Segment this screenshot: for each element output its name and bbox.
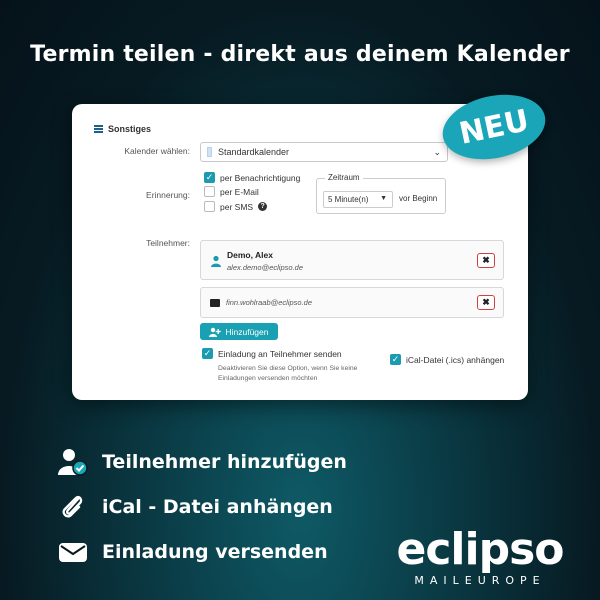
option-label: per Benachrichtigung <box>220 172 301 183</box>
option-label: per SMS <box>220 201 254 212</box>
checkbox-checked[interactable]: ✓ <box>204 172 215 183</box>
feature-label: Teilnehmer hinzufügen <box>102 451 347 473</box>
caret-down-icon: ▼ <box>380 195 387 202</box>
ical-attach-option[interactable]: ✓ iCal-Datei (.ics) anhängen <box>390 354 504 365</box>
checkbox-checked[interactable]: ✓ <box>202 348 213 359</box>
envelope-icon <box>210 299 220 307</box>
timeframe-suffix: vor Beginn <box>399 194 438 203</box>
checkbox-unchecked[interactable] <box>204 186 215 197</box>
timeframe-fieldset: Zeitraum 5 Minute(n) ▼ vor Beginn <box>316 173 446 214</box>
paperclip-icon <box>62 495 83 518</box>
add-button-label: Hinzufügen <box>225 326 269 337</box>
participants-label: Teilnehmer: <box>146 238 190 248</box>
send-invite-note: Deaktivieren Sie diese Option, wenn Sie … <box>218 365 358 382</box>
send-invite-label: Einladung an Teilnehmer senden <box>218 348 342 359</box>
timeframe-select[interactable]: 5 Minute(n) ▼ <box>323 191 393 208</box>
sliders-icon <box>94 125 103 133</box>
feature-label: Einladung versenden <box>102 541 328 563</box>
add-user-icon <box>209 327 222 337</box>
envelope-icon <box>59 543 87 562</box>
calendar-color-icon <box>207 147 212 157</box>
person-icon <box>211 255 221 267</box>
chevron-down-icon: ⌄ <box>433 147 441 157</box>
reminder-label: Erinnerung: <box>146 190 190 200</box>
participant-email: alex.demo@eclipso.de <box>227 263 303 272</box>
headline: Termin teilen - direkt aus deinem Kalend… <box>30 42 570 67</box>
calendar-label: Kalender wählen: <box>124 146 190 156</box>
section-header: Sonstiges <box>94 124 151 134</box>
checkbox-unchecked[interactable] <box>204 201 215 212</box>
remove-participant-button[interactable]: ✖ <box>477 253 495 268</box>
participant-row: Demo, Alex alex.demo@eclipso.de ✖ <box>200 240 504 280</box>
timeframe-value: 5 Minute(n) <box>328 195 369 204</box>
reminder-notification-option[interactable]: ✓ per Benachrichtigung <box>204 172 300 183</box>
ical-label: iCal-Datei (.ics) anhängen <box>406 354 505 365</box>
checkbox-checked[interactable]: ✓ <box>390 354 401 365</box>
section-title: Sonstiges <box>108 124 152 134</box>
add-participant-button[interactable]: Hinzufügen <box>200 323 278 340</box>
participant-email: finn.wohlraab@eclipso.de <box>226 298 312 307</box>
participant-row: finn.wohlraab@eclipso.de ✖ <box>200 287 504 318</box>
feature-label: iCal - Datei anhängen <box>102 496 333 518</box>
calendar-value: Standardkalender <box>218 147 290 157</box>
help-icon[interactable]: ? <box>258 202 268 211</box>
person-check-icon <box>58 449 88 476</box>
participant-name: Demo, Alex <box>227 250 273 260</box>
calendar-select[interactable]: Standardkalender ⌄ <box>200 142 448 162</box>
feature-add-participants: Teilnehmer hinzufügen <box>58 448 347 476</box>
eclipso-logo: eclipso MAILEUROPE <box>380 524 580 588</box>
send-invite-option[interactable]: ✓ Einladung an Teilnehmer senden <box>202 348 342 359</box>
logo-name: eclipso <box>396 524 564 575</box>
logo-tagline: MAILEUROPE <box>414 574 546 587</box>
reminder-sms-option[interactable]: per SMS ? <box>204 201 268 212</box>
feature-ical: iCal - Datei anhängen <box>58 493 333 521</box>
feature-invite: Einladung versenden <box>58 538 328 566</box>
timeframe-legend: Zeitraum <box>325 173 363 182</box>
option-label: per E-Mail <box>220 186 259 197</box>
reminder-email-option[interactable]: per E-Mail <box>204 186 259 197</box>
remove-participant-button[interactable]: ✖ <box>477 295 495 310</box>
